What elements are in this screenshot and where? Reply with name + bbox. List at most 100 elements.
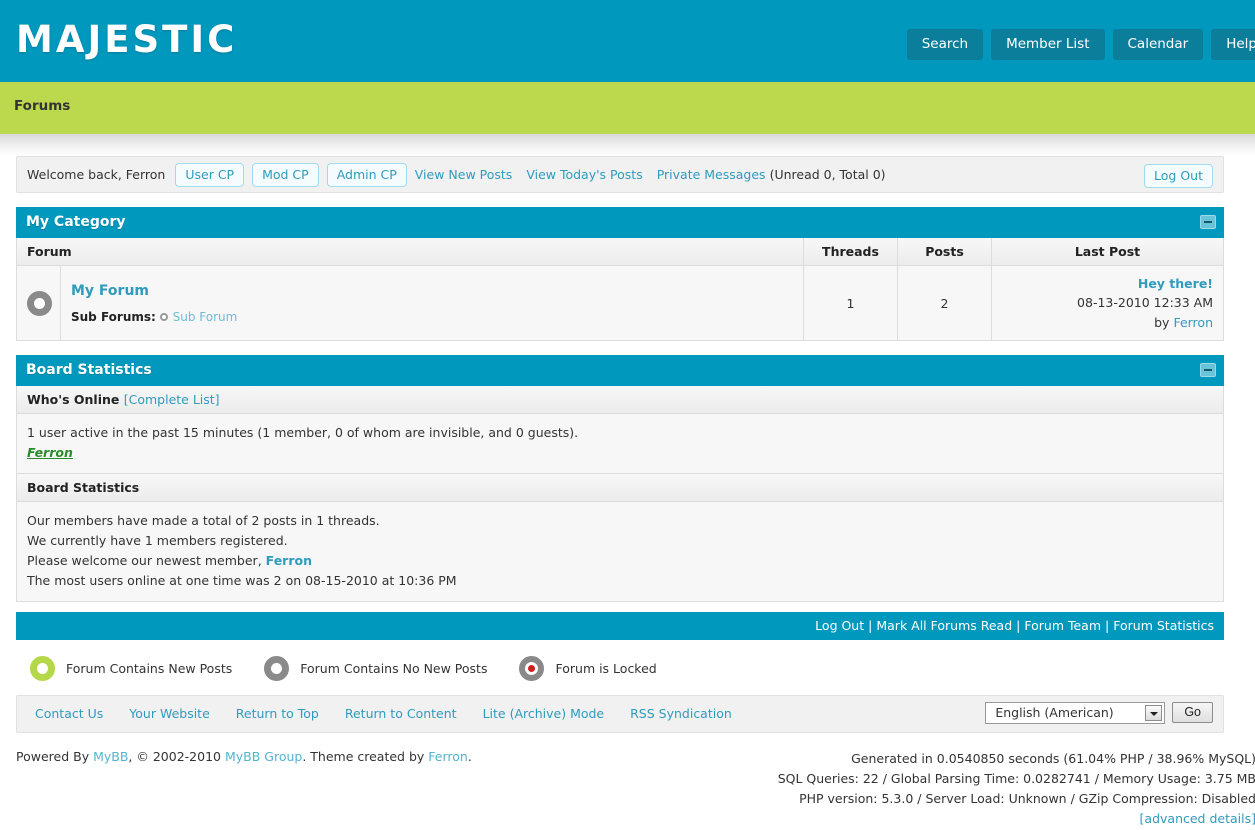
nav-help[interactable]: Help (1211, 29, 1255, 60)
footer-lite-archive-mode[interactable]: Lite (Archive) Mode (483, 706, 605, 721)
action-mark-all-read[interactable]: Mark All Forums Read (876, 618, 1012, 633)
footer-your-website[interactable]: Your Website (129, 706, 210, 721)
last-post-by-prefix: by (1154, 314, 1170, 330)
pm-counts: (Unread 0, Total 0) (769, 167, 886, 182)
statistics-subheader: Board Statistics (16, 473, 1224, 502)
footer-return-to-top[interactable]: Return to Top (236, 706, 319, 721)
footer-contact-us[interactable]: Contact Us (35, 706, 103, 721)
action-forum-team[interactable]: Forum Team (1024, 618, 1101, 633)
credits-section: Powered By MyBB, © 2002-2010 MyBB Group.… (0, 733, 1255, 830)
category-title: My Category (26, 214, 126, 230)
action-log-out[interactable]: Log Out (815, 618, 864, 633)
breadcrumb-bar: Forums (0, 82, 1255, 134)
site-logo: MAJESTIC (16, 18, 238, 61)
welcome-prefix: Please welcome our newest member, (27, 553, 262, 569)
action-forum-statistics[interactable]: Forum Statistics (1113, 618, 1214, 633)
whos-online-label: Who's Online (27, 392, 120, 408)
sub-forums-line: Sub Forums: Sub Forum (71, 310, 793, 324)
collapse-minus-icon[interactable] (1200, 215, 1216, 229)
table-row: My Forum Sub Forums: Sub Forum 1 2 Hey t… (16, 264, 1224, 342)
forum-action-bar: Log Out | Mark All Forums Read | Forum Team |… (16, 611, 1224, 640)
last-post-author-link[interactable]: Ferron (1173, 315, 1213, 330)
site-header: MAJESTIC Search Member List Calendar Hel… (0, 0, 1255, 82)
powered-prefix: Powered By (16, 748, 90, 764)
footer-rss-syndication[interactable]: RSS Syndication (630, 706, 732, 721)
view-todays-posts-link[interactable]: View Today's Posts (526, 167, 642, 182)
welcome-bar: Welcome back, Ferron User CP Mod CP Admi… (16, 156, 1224, 193)
admin-cp-button[interactable]: Admin CP (326, 162, 407, 187)
forum-new-posts-icon (30, 655, 55, 681)
mod-cp-button[interactable]: Mod CP (252, 162, 319, 187)
column-threads: Threads (803, 238, 898, 266)
top-navigation: Search Member List Calendar Help (906, 29, 1255, 60)
action-separator: | (868, 617, 873, 633)
debug-generated: Generated in 0.0540850 seconds (61.04% P… (851, 750, 1255, 766)
forum-table-header-row: Forum Threads Posts Last Post (16, 238, 1224, 266)
sub-forum-link[interactable]: Sub Forum (173, 310, 238, 324)
view-new-posts-link[interactable]: View New Posts (415, 167, 513, 182)
theme-prefix: . Theme created by (302, 748, 425, 764)
whos-online-header: Who's Online [Complete List] (16, 386, 1224, 415)
online-user-ferron[interactable]: Ferron (27, 445, 73, 460)
go-button[interactable]: Go (1172, 702, 1213, 724)
category-header: My Category (16, 207, 1224, 238)
stats-line-posts: Our members have made a total of 2 posts… (27, 512, 380, 528)
footer-links-bar: Contact Us Your Website Return to Top Re… (16, 694, 1224, 733)
action-separator: | (1105, 617, 1110, 633)
forum-posts-count: 2 (897, 264, 992, 342)
nav-calendar[interactable]: Calendar (1112, 29, 1204, 60)
theme-author-link[interactable]: Ferron (428, 749, 468, 764)
language-select[interactable]: English (American) (985, 701, 1166, 724)
forum-threads-count: 1 (803, 264, 898, 342)
private-messages-link[interactable]: Private Messages (657, 167, 766, 182)
whos-online-body: 1 user active in the past 15 minutes (1 … (16, 414, 1224, 474)
forum-last-post-cell: Hey there! 08-13-2010 12:33 AM by Ferron (991, 264, 1224, 342)
user-cp-button[interactable]: User CP (175, 162, 245, 187)
collapse-minus-icon[interactable] (1200, 363, 1216, 378)
chevron-down-icon[interactable] (1145, 704, 1163, 721)
board-statistics-title: Board Statistics (26, 362, 152, 379)
forum-link-my-forum[interactable]: My Forum (71, 283, 149, 299)
action-separator: | (1016, 617, 1021, 633)
mybb-link[interactable]: MyBB (93, 749, 128, 764)
stats-line-most-users: The most users online at one time was 2 … (27, 573, 457, 589)
debug-queries: SQL Queries: 22 / Global Parsing Time: 0… (777, 770, 1255, 786)
forum-locked-icon (519, 655, 545, 681)
welcome-greeting: Welcome back, Ferron (27, 167, 166, 182)
legend-label-new-posts: Forum Contains New Posts (66, 660, 233, 676)
legend-item-locked: Forum is Locked (519, 655, 657, 681)
theme-suffix: . (467, 748, 472, 764)
header-fade-divider (0, 134, 1255, 156)
powered-by-line: Powered By MyBB, © 2002-2010 MyBB Group.… (16, 749, 472, 830)
footer-return-to-content[interactable]: Return to Content (345, 706, 457, 721)
log-out-button[interactable]: Log Out (1144, 164, 1213, 188)
nav-member-list[interactable]: Member List (991, 29, 1105, 60)
mybb-group-link[interactable]: MyBB Group (225, 749, 302, 764)
last-post-thread-link[interactable]: Hey there! (1138, 276, 1213, 291)
legend-label-no-new-posts: Forum Contains No New Posts (300, 660, 488, 676)
category-block: My Category Forum Threads Posts Last Pos… (16, 207, 1224, 342)
legend-item-no-new-posts: Forum Contains No New Posts (264, 655, 488, 681)
online-summary: 1 user active in the past 15 minutes (1 … (27, 425, 579, 441)
stats-line-members: We currently have 1 members registered. (27, 532, 288, 548)
complete-list-link[interactable]: [Complete List] (124, 392, 220, 407)
language-selector-group: English (American) Go (985, 701, 1213, 724)
advanced-details-link[interactable]: [advanced details] (1140, 811, 1255, 826)
forum-table: Forum Threads Posts Last Post My Forum S… (16, 238, 1224, 342)
last-post-date: 08-13-2010 12:33 AM (1077, 295, 1213, 311)
forum-info-cell: My Forum Sub Forums: Sub Forum (60, 264, 804, 342)
nav-search[interactable]: Search (906, 29, 984, 60)
debug-php-version: PHP version: 5.3.0 / Server Load: Unknow… (799, 791, 1255, 807)
statistics-body: Our members have made a total of 2 posts… (16, 501, 1224, 602)
forum-no-new-posts-icon[interactable] (27, 290, 52, 316)
newest-member-link[interactable]: Ferron (266, 553, 312, 568)
sub-forum-bullet-icon (159, 313, 168, 322)
column-forum: Forum (16, 238, 804, 266)
forum-no-new-posts-icon (264, 655, 290, 681)
content-wrap: Welcome back, Ferron User CP Mod CP Admi… (0, 156, 1240, 733)
breadcrumb-forums[interactable]: Forums (14, 98, 70, 114)
language-select-value: English (American) (995, 705, 1114, 721)
sub-forums-label: Sub Forums: (71, 309, 156, 324)
board-statistics-header: Board Statistics (16, 355, 1224, 387)
legend-item-new-posts: Forum Contains New Posts (30, 655, 233, 681)
